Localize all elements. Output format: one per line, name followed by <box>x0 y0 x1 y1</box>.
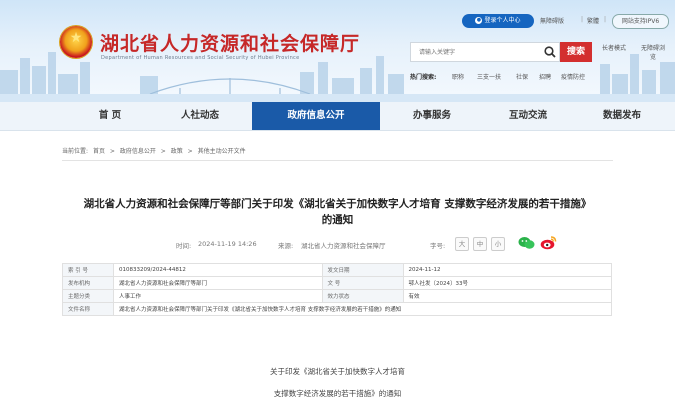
issue-date-value: 2024-11-12 <box>402 263 612 277</box>
validity-value: 有效 <box>402 289 612 303</box>
nav-item-gov-info[interactable]: 政府信息公开 <box>252 102 380 130</box>
article-title: 湖北省人力资源和社会保障厅等部门关于印发《湖北省关于加快数字人才培育 支撑数字经… <box>80 196 595 228</box>
nav-item-news[interactable]: 人社动态 <box>160 102 240 130</box>
main-nav: 首 页 人社动态 政府信息公开 办事服务 互动交流 数据发布 <box>0 102 675 131</box>
breadcrumb-item[interactable]: 政策 <box>171 148 183 155</box>
breadcrumb-separator: > <box>160 148 166 155</box>
font-size-large-button[interactable]: 大 <box>455 237 469 251</box>
topic-value: 人事工作 <box>113 289 323 303</box>
breadcrumb-separator: > <box>187 148 193 155</box>
nav-item-services[interactable]: 办事服务 <box>392 102 472 130</box>
nav-item-home[interactable]: 首 页 <box>70 102 150 130</box>
body-text-line: 关于印发《湖北省关于加快数字人才培育 <box>270 367 405 376</box>
publish-time: 2024-11-19 14:26 <box>198 240 257 248</box>
wechat-share-icon[interactable] <box>518 236 535 250</box>
site-title[interactable]: 湖北省人力资源和社会保障厅 <box>100 29 360 56</box>
table-row: 文件名称 湖北省人力资源和社会保障厅等部门关于印发《湖北省关于加快数字人才培育 … <box>62 302 612 316</box>
search-icon[interactable] <box>544 45 556 59</box>
hot-search-item[interactable]: 疫情防控 <box>561 72 585 81</box>
publish-time-label: 时间: <box>176 242 192 250</box>
search-input[interactable] <box>419 43 539 61</box>
accessibility-version-link[interactable]: 無障碍版 <box>540 16 564 25</box>
breadcrumb-item[interactable]: 其他主动公开文件 <box>198 148 246 155</box>
divider: | <box>604 16 607 23</box>
file-name-label: 文件名称 <box>62 302 114 316</box>
publisher-label: 发布机构 <box>62 276 114 290</box>
elder-mode-link[interactable]: 长者模式 <box>601 44 627 53</box>
nav-item-interaction[interactable]: 互动交流 <box>488 102 568 130</box>
source-label: 来源: <box>278 242 294 250</box>
search-button[interactable]: 搜索 <box>560 42 592 62</box>
hot-search-item[interactable]: 职称 <box>452 72 464 81</box>
user-icon: ● <box>475 17 483 24</box>
table-row: 主题分类 人事工作 效力状态 有效 <box>62 289 612 303</box>
font-size-label: 字号: <box>430 242 446 250</box>
site-header: ★ 湖北省人力资源和社会保障厅 Department of Human Reso… <box>0 0 675 102</box>
accessible-browse-link[interactable]: 无障碍浏览 <box>640 44 666 62</box>
divider: | <box>581 16 584 23</box>
national-emblem-icon: ★ <box>60 26 92 58</box>
hot-search-item[interactable]: 招聘 <box>539 72 551 81</box>
index-number-value: 010833209/2024-44812 <box>113 263 323 277</box>
document-number-label: 文 号 <box>321 276 404 290</box>
validity-label: 效力状态 <box>321 289 404 303</box>
hot-search-item[interactable]: 三支一扶 <box>477 72 501 81</box>
hot-search-label: 热门搜索: <box>410 74 437 81</box>
body-text-line: 支撑数字经济发展的若干措施》的通知 <box>273 389 402 398</box>
issue-date-label: 发文日期 <box>321 263 404 277</box>
table-row: 发布机构 湖北省人力资源和社会保障厅等部门 文 号 鄂人社发〔2024〕33号 <box>62 276 612 290</box>
index-number-label: 索 引 号 <box>62 263 114 277</box>
breadcrumb-item[interactable]: 首页 <box>93 148 105 155</box>
file-name-value: 湖北省人力资源和社会保障厅等部门关于印发《湖北省关于加快数字人才培育 支撑数字经… <box>113 302 612 316</box>
source-value: 湖北省人力资源和社会保障厅 <box>301 242 386 250</box>
font-size-medium-button[interactable]: 中 <box>473 237 487 251</box>
login-button[interactable]: ● 登录个人中心 <box>462 14 534 28</box>
traditional-chinese-link[interactable]: 繁體 <box>587 16 599 25</box>
search-box <box>410 42 560 62</box>
topic-label: 主题分类 <box>62 289 114 303</box>
breadcrumb-item[interactable]: 政府信息公开 <box>120 148 156 155</box>
divider <box>62 160 613 161</box>
document-number-value: 鄂人社发〔2024〕33号 <box>402 276 612 290</box>
hot-search-item[interactable]: 社保 <box>516 72 528 81</box>
site-subtitle: Department of Human Resources and Social… <box>101 55 300 61</box>
article-title-line: 的通知 <box>321 214 354 226</box>
breadcrumb-separator: > <box>109 148 115 155</box>
weibo-share-icon[interactable] <box>540 235 557 250</box>
breadcrumb: 当前位置: 首页 > 政府信息公开 > 政策 > 其他主动公开文件 <box>62 146 249 155</box>
article-title-line: 湖北省人力资源和社会保障厅等部门关于印发《湖北省关于加快数字人才培育 支撑数字经… <box>83 198 592 210</box>
breadcrumb-label: 当前位置: <box>62 148 89 155</box>
publisher-value: 湖北省人力资源和社会保障厅等部门 <box>113 276 323 290</box>
nav-item-data[interactable]: 数据发布 <box>582 102 662 130</box>
document-info-table: 索 引 号 010833209/2024-44812 发文日期 2024-11-… <box>62 263 612 316</box>
ipv6-badge[interactable]: 网站支持IPV6 <box>612 14 669 29</box>
font-size-small-button[interactable]: 小 <box>491 237 505 251</box>
table-row: 索 引 号 010833209/2024-44812 发文日期 2024-11-… <box>62 263 612 277</box>
